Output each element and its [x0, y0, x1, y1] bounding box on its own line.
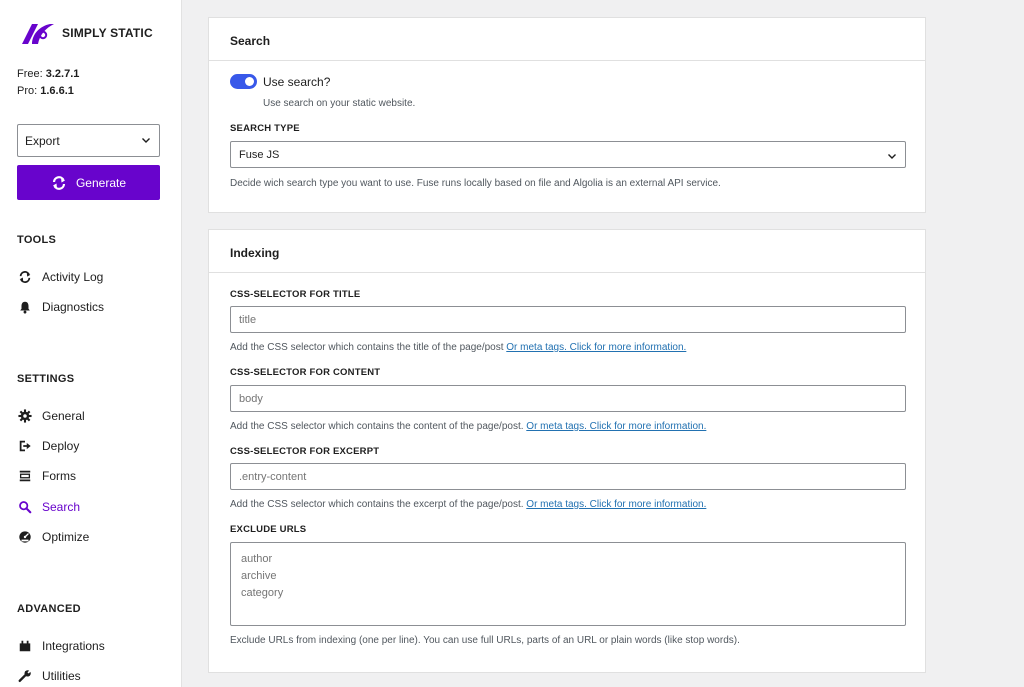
pro-version: Pro: 1.6.6.1 [17, 85, 74, 97]
pro-version-label: Pro: [17, 85, 38, 97]
excerpt-selector-label: CSS-SELECTOR FOR EXCERPT [230, 446, 380, 457]
use-search-toggle[interactable] [230, 74, 257, 89]
action-select[interactable]: Export [17, 124, 160, 157]
nav-item-label: Integrations [42, 639, 105, 653]
search-type-help: Decide wich search type you want to use.… [230, 178, 721, 189]
content-selector-placeholder: body [239, 392, 263, 405]
search-type-select[interactable]: Fuse JS [230, 141, 906, 168]
search-settings-card: Search Use search? Use search on your st… [208, 17, 926, 213]
nav-item-label: Optimize [42, 530, 90, 544]
content-selector-meta-link[interactable]: Or meta tags. Click for more information… [526, 421, 706, 432]
bell-icon [17, 299, 33, 315]
card-title: Search [209, 18, 925, 61]
nav-item-label: Utilities [42, 669, 81, 683]
tools-section-title: TOOLS [17, 234, 57, 246]
title-selector-help: Add the CSS selector which contains the … [230, 342, 686, 353]
forms-icon [17, 468, 33, 484]
nav-item-label: Diagnostics [42, 300, 105, 314]
search-icon [17, 499, 33, 515]
deploy-icon [17, 438, 33, 454]
chevron-down-icon [142, 138, 150, 143]
refresh-icon [52, 175, 66, 190]
nav-item-integrations[interactable]: Integrations [17, 637, 105, 655]
nav-item-activity-log[interactable]: Activity Log [17, 268, 103, 286]
brand[interactable]: SIMPLY STATIC [18, 20, 153, 46]
brand-name: SIMPLY STATIC [62, 26, 153, 40]
nav-item-optimize[interactable]: Optimize [17, 528, 89, 546]
generate-button[interactable]: Generate [17, 165, 160, 200]
content-selector-help: Add the CSS selector which contains the … [230, 421, 706, 432]
advanced-section-title: ADVANCED [17, 603, 81, 615]
free-version-label: Free: [17, 68, 43, 80]
simply-static-logo-icon [22, 24, 54, 44]
settings-section-title: SETTINGS [17, 373, 75, 385]
exclude-urls-label: EXCLUDE URLS [230, 524, 307, 535]
nav-item-label: Forms [42, 469, 76, 483]
nav-item-diagnostics[interactable]: Diagnostics [17, 298, 104, 316]
gear-icon [17, 408, 33, 424]
nav-item-deploy[interactable]: Deploy [17, 437, 79, 455]
excerpt-selector-input[interactable]: .entry-content [230, 463, 906, 490]
free-version: Free: 3.2.7.1 [17, 68, 79, 80]
nav-item-search[interactable]: Search [17, 498, 80, 516]
nav-item-label: Search [42, 500, 81, 514]
gauge-icon [17, 529, 33, 545]
title-selector-input[interactable]: title [230, 306, 906, 333]
indexing-settings-card: Indexing CSS-SELECTOR FOR TITLE title Ad… [208, 229, 926, 673]
nav-item-label: Activity Log [42, 270, 104, 284]
nav-item-utilities[interactable]: Utilities [17, 667, 81, 685]
excerpt-selector-placeholder: .entry-content [239, 470, 307, 483]
card-title: Indexing [209, 230, 925, 273]
wrench-icon [17, 668, 33, 684]
excerpt-selector-help-text: Add the CSS selector which contains the … [230, 499, 524, 510]
use-search-label: Use search? [263, 75, 331, 89]
excerpt-selector-meta-link[interactable]: Or meta tags. Click for more information… [526, 499, 706, 510]
pro-version-value: 1.6.6.1 [40, 85, 74, 97]
action-select-value: Export [25, 134, 60, 148]
exclude-urls-textarea[interactable] [230, 542, 906, 626]
excerpt-selector-help: Add the CSS selector which contains the … [230, 499, 706, 510]
search-type-value: Fuse JS [239, 148, 280, 161]
search-type-label: SEARCH TYPE [230, 123, 300, 134]
title-selector-label: CSS-SELECTOR FOR TITLE [230, 289, 361, 300]
nav-item-label: Deploy [42, 439, 80, 453]
nav-item-general[interactable]: General [17, 407, 85, 425]
nav-item-label: General [42, 409, 85, 423]
chevron-down-icon [888, 154, 896, 159]
refresh-icon [17, 269, 33, 285]
content-selector-label: CSS-SELECTOR FOR CONTENT [230, 367, 381, 378]
nav-item-forms[interactable]: Forms [17, 467, 76, 485]
content-selector-help-text: Add the CSS selector which contains the … [230, 421, 524, 432]
title-selector-meta-link[interactable]: Or meta tags. Click for more information… [506, 342, 686, 353]
free-version-value: 3.2.7.1 [45, 68, 80, 80]
title-selector-placeholder: title [239, 313, 257, 326]
use-search-help: Use search on your static website. [263, 98, 416, 109]
exclude-urls-help: Exclude URLs from indexing (one per line… [230, 635, 740, 646]
content-selector-input[interactable]: body [230, 385, 906, 412]
generate-button-label: Generate [75, 175, 127, 190]
title-selector-help-text: Add the CSS selector which contains the … [230, 342, 504, 353]
sidebar: SIMPLY STATIC Free: 3.2.7.1 Pro: 1.6.6.1… [0, 0, 182, 687]
integrations-icon [17, 638, 33, 654]
